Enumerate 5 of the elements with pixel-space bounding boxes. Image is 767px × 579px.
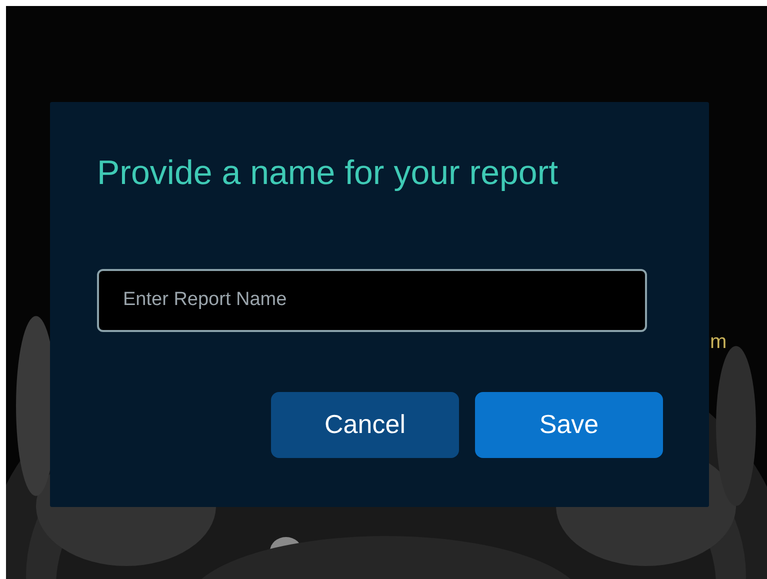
save-button[interactable]: Save	[475, 392, 663, 458]
cancel-button[interactable]: Cancel	[271, 392, 459, 458]
dialog-title: Provide a name for your report	[97, 153, 558, 194]
overlay-label: m	[710, 332, 727, 352]
report-name-field[interactable]: Enter Report Name	[97, 268, 647, 332]
